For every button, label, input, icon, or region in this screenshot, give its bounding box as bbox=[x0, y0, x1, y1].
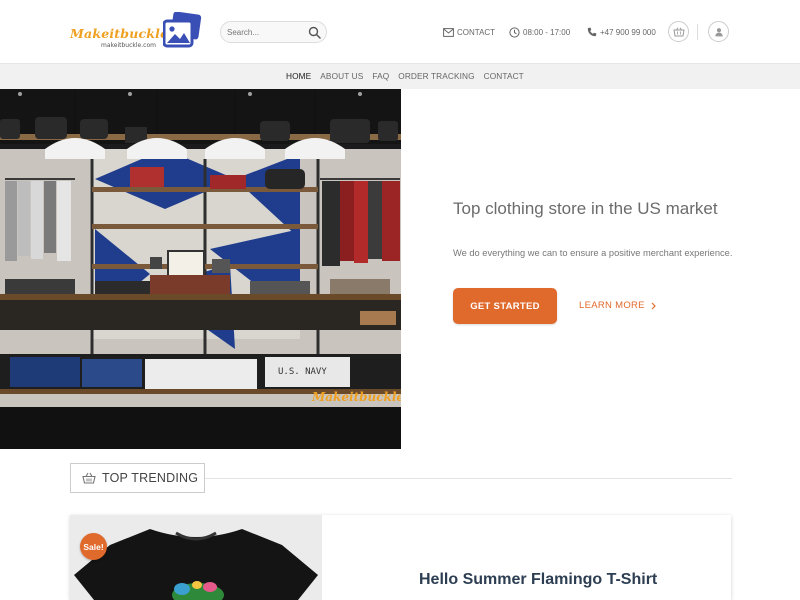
search-input[interactable] bbox=[227, 25, 307, 40]
logo-text: Makeitbuckle bbox=[70, 26, 169, 41]
nav-item-about-us[interactable]: ABOUT US bbox=[320, 71, 363, 81]
header-phone-link[interactable]: +47 900 99 000 bbox=[587, 25, 656, 39]
hero-subtitle: We do everything we can to ensure a posi… bbox=[453, 248, 733, 258]
product-name[interactable]: Hello Summer Flamingo T-Shirt bbox=[419, 571, 657, 589]
cart-button[interactable] bbox=[668, 21, 689, 42]
search-icon[interactable] bbox=[308, 26, 321, 39]
account-button[interactable] bbox=[708, 21, 729, 42]
header-divider bbox=[697, 24, 698, 40]
user-icon bbox=[714, 27, 723, 36]
phone-label: +47 900 99 000 bbox=[600, 27, 656, 37]
nav-item-faq[interactable]: FAQ bbox=[372, 71, 389, 81]
learn-more-button[interactable]: LEARN MORE bbox=[579, 300, 656, 311]
logo-subtext: makeitbuckle.com bbox=[101, 42, 156, 49]
sale-badge: Sale! bbox=[80, 533, 107, 560]
basket-icon bbox=[82, 472, 96, 484]
hours-label: 08:00 - 17:00 bbox=[523, 27, 571, 37]
nav-item-contact[interactable]: CONTACT bbox=[484, 71, 524, 81]
top-trending-label: TOP TRENDING bbox=[102, 471, 199, 485]
contact-label: CONTACT bbox=[457, 27, 496, 37]
main-nav: HOME ABOUT US FAQ ORDER TRACKING CONTACT bbox=[0, 63, 800, 89]
phone-icon bbox=[587, 27, 597, 37]
search-box bbox=[220, 21, 327, 43]
cart-icon bbox=[672, 27, 685, 36]
site-header: Makeitbuckle makeitbuckle.com CONTACT 08… bbox=[0, 0, 800, 63]
svg-text:U.S. NAVY: U.S. NAVY bbox=[278, 367, 327, 377]
hero-watermark: Makeitbuckle bbox=[311, 390, 401, 404]
nav-item-order-tracking[interactable]: ORDER TRACKING bbox=[398, 71, 474, 81]
top-trending-heading: TOP TRENDING bbox=[70, 463, 205, 493]
product-card[interactable]: Sale! Hello Summer Flamingo T-Shirt bbox=[70, 515, 731, 600]
clock-icon bbox=[509, 26, 520, 38]
chevron-right-icon bbox=[651, 302, 656, 309]
product-image[interactable]: Sale! bbox=[70, 515, 322, 600]
nav-item-home[interactable]: HOME bbox=[286, 71, 311, 81]
get-started-button[interactable]: GET STARTED bbox=[453, 288, 557, 324]
hero-image: U.S. NAVY Makeitbuckle bbox=[0, 89, 401, 449]
header-contact-link[interactable]: CONTACT bbox=[443, 25, 495, 39]
logo-image-icon bbox=[163, 12, 202, 48]
section-divider bbox=[205, 478, 732, 479]
learn-more-label: LEARN MORE bbox=[579, 300, 645, 311]
header-hours: 08:00 - 17:00 bbox=[509, 25, 570, 39]
site-logo[interactable]: Makeitbuckle makeitbuckle.com bbox=[70, 12, 205, 52]
hero-title: Top clothing store in the US market bbox=[453, 199, 718, 218]
mail-icon bbox=[443, 27, 454, 37]
